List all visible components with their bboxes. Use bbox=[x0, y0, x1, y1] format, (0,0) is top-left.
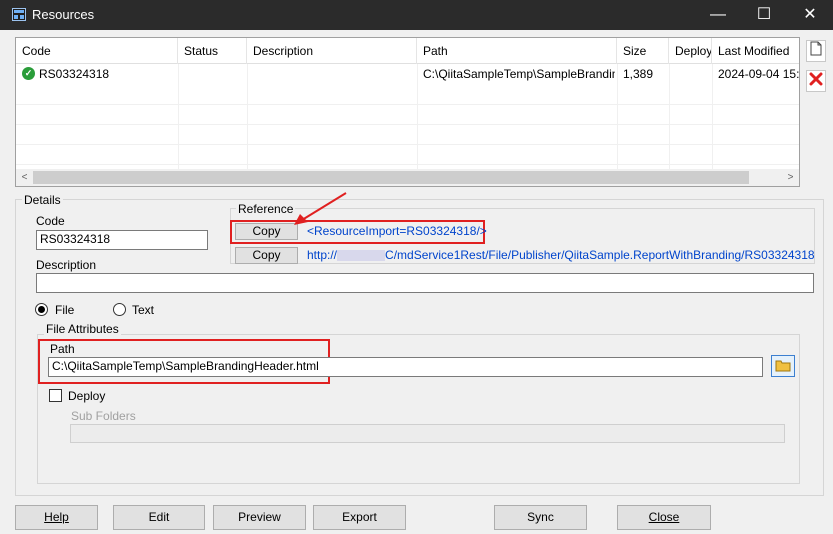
export-button[interactable]: Export bbox=[313, 505, 406, 530]
scrollbar-thumb[interactable] bbox=[33, 171, 749, 184]
close-button-label: Close bbox=[648, 510, 680, 524]
column-header-path[interactable]: Path bbox=[417, 38, 617, 64]
path-label: Path bbox=[50, 342, 75, 356]
resource-url-link[interactable]: http:// C/mdService1Rest/File/Publisher/Q… bbox=[307, 248, 815, 262]
sub-folders-field bbox=[70, 424, 785, 443]
url-prefix: http:// bbox=[307, 248, 338, 262]
delete-resource-button[interactable] bbox=[806, 70, 826, 92]
cell-size: 1,389 bbox=[623, 67, 654, 81]
title-bar: Resources — ☐ ✕ bbox=[0, 0, 833, 30]
cell-status bbox=[178, 64, 247, 84]
column-header-size[interactable]: Size bbox=[617, 38, 669, 64]
file-radio-label[interactable]: File bbox=[55, 303, 74, 317]
delete-icon bbox=[809, 72, 823, 89]
text-radio[interactable] bbox=[113, 303, 126, 316]
redacted-host bbox=[337, 250, 386, 262]
sub-folders-label: Sub Folders bbox=[71, 409, 136, 423]
table-row[interactable]: ✓ RS03324318 C:\QiitaSampleTemp\SampleBr… bbox=[16, 64, 800, 84]
reference-label: Reference bbox=[236, 202, 296, 216]
help-button-label: Help bbox=[44, 510, 69, 524]
new-document-icon bbox=[810, 41, 822, 59]
edit-button[interactable]: Edit bbox=[113, 505, 205, 530]
copy-url-button[interactable]: Copy bbox=[235, 247, 298, 264]
grid-line bbox=[16, 104, 799, 105]
path-field[interactable]: C:\QiitaSampleTemp\SampleBrandingHeader.… bbox=[48, 357, 763, 377]
annotation-arrow-icon bbox=[294, 192, 347, 225]
cell-last-modified: 2024-09-04 15:3 bbox=[718, 67, 800, 81]
description-label: Description bbox=[36, 258, 97, 272]
window-title: Resources bbox=[32, 7, 95, 22]
close-button[interactable]: Close bbox=[617, 505, 711, 530]
column-header-description[interactable]: Description bbox=[247, 38, 417, 64]
column-header-status[interactable]: Status bbox=[178, 38, 247, 64]
file-radio[interactable] bbox=[35, 303, 48, 316]
scroll-right-button[interactable]: > bbox=[782, 169, 799, 186]
help-button[interactable]: Help bbox=[15, 505, 98, 530]
cell-code: RS03324318 bbox=[39, 67, 110, 81]
browse-button[interactable] bbox=[771, 355, 795, 377]
url-suffix: C/mdService1Rest/File/Publisher/QiitaSam… bbox=[385, 248, 815, 262]
cell-deploy bbox=[669, 64, 712, 84]
deploy-label[interactable]: Deploy bbox=[68, 389, 105, 403]
text-radio-label[interactable]: Text bbox=[132, 303, 154, 317]
cell-path: C:\QiitaSampleTemp\SampleBrandin... bbox=[423, 67, 615, 81]
cell-description bbox=[247, 64, 417, 84]
column-header-last-modified[interactable]: Last Modified bbox=[712, 38, 799, 64]
minimize-button[interactable]: — bbox=[695, 0, 741, 30]
file-attributes-label: File Attributes bbox=[44, 322, 121, 336]
close-window-button[interactable]: ✕ bbox=[787, 0, 833, 30]
horizontal-scrollbar[interactable]: < > bbox=[16, 169, 799, 186]
column-header-code[interactable]: Code bbox=[16, 38, 178, 64]
folder-icon bbox=[772, 360, 794, 379]
code-field[interactable]: RS03324318 bbox=[36, 230, 208, 250]
scroll-left-button[interactable]: < bbox=[16, 169, 33, 186]
maximize-button[interactable]: ☐ bbox=[741, 0, 787, 30]
deploy-checkbox[interactable] bbox=[49, 389, 62, 402]
app-window-icon bbox=[12, 8, 26, 21]
grid-line bbox=[16, 144, 799, 145]
grid-line bbox=[16, 164, 799, 165]
new-resource-button[interactable] bbox=[806, 40, 826, 62]
grid-header: Code Status Description Path Size Deploy… bbox=[16, 38, 799, 64]
sync-button[interactable]: Sync bbox=[494, 505, 587, 530]
resource-grid[interactable]: Code Status Description Path Size Deploy… bbox=[15, 37, 800, 187]
grid-line bbox=[16, 124, 799, 125]
preview-button[interactable]: Preview bbox=[213, 505, 306, 530]
column-header-deploy[interactable]: Deploy bbox=[669, 38, 712, 64]
details-label: Details bbox=[22, 193, 63, 207]
code-label: Code bbox=[36, 214, 65, 228]
description-field[interactable] bbox=[36, 273, 814, 293]
